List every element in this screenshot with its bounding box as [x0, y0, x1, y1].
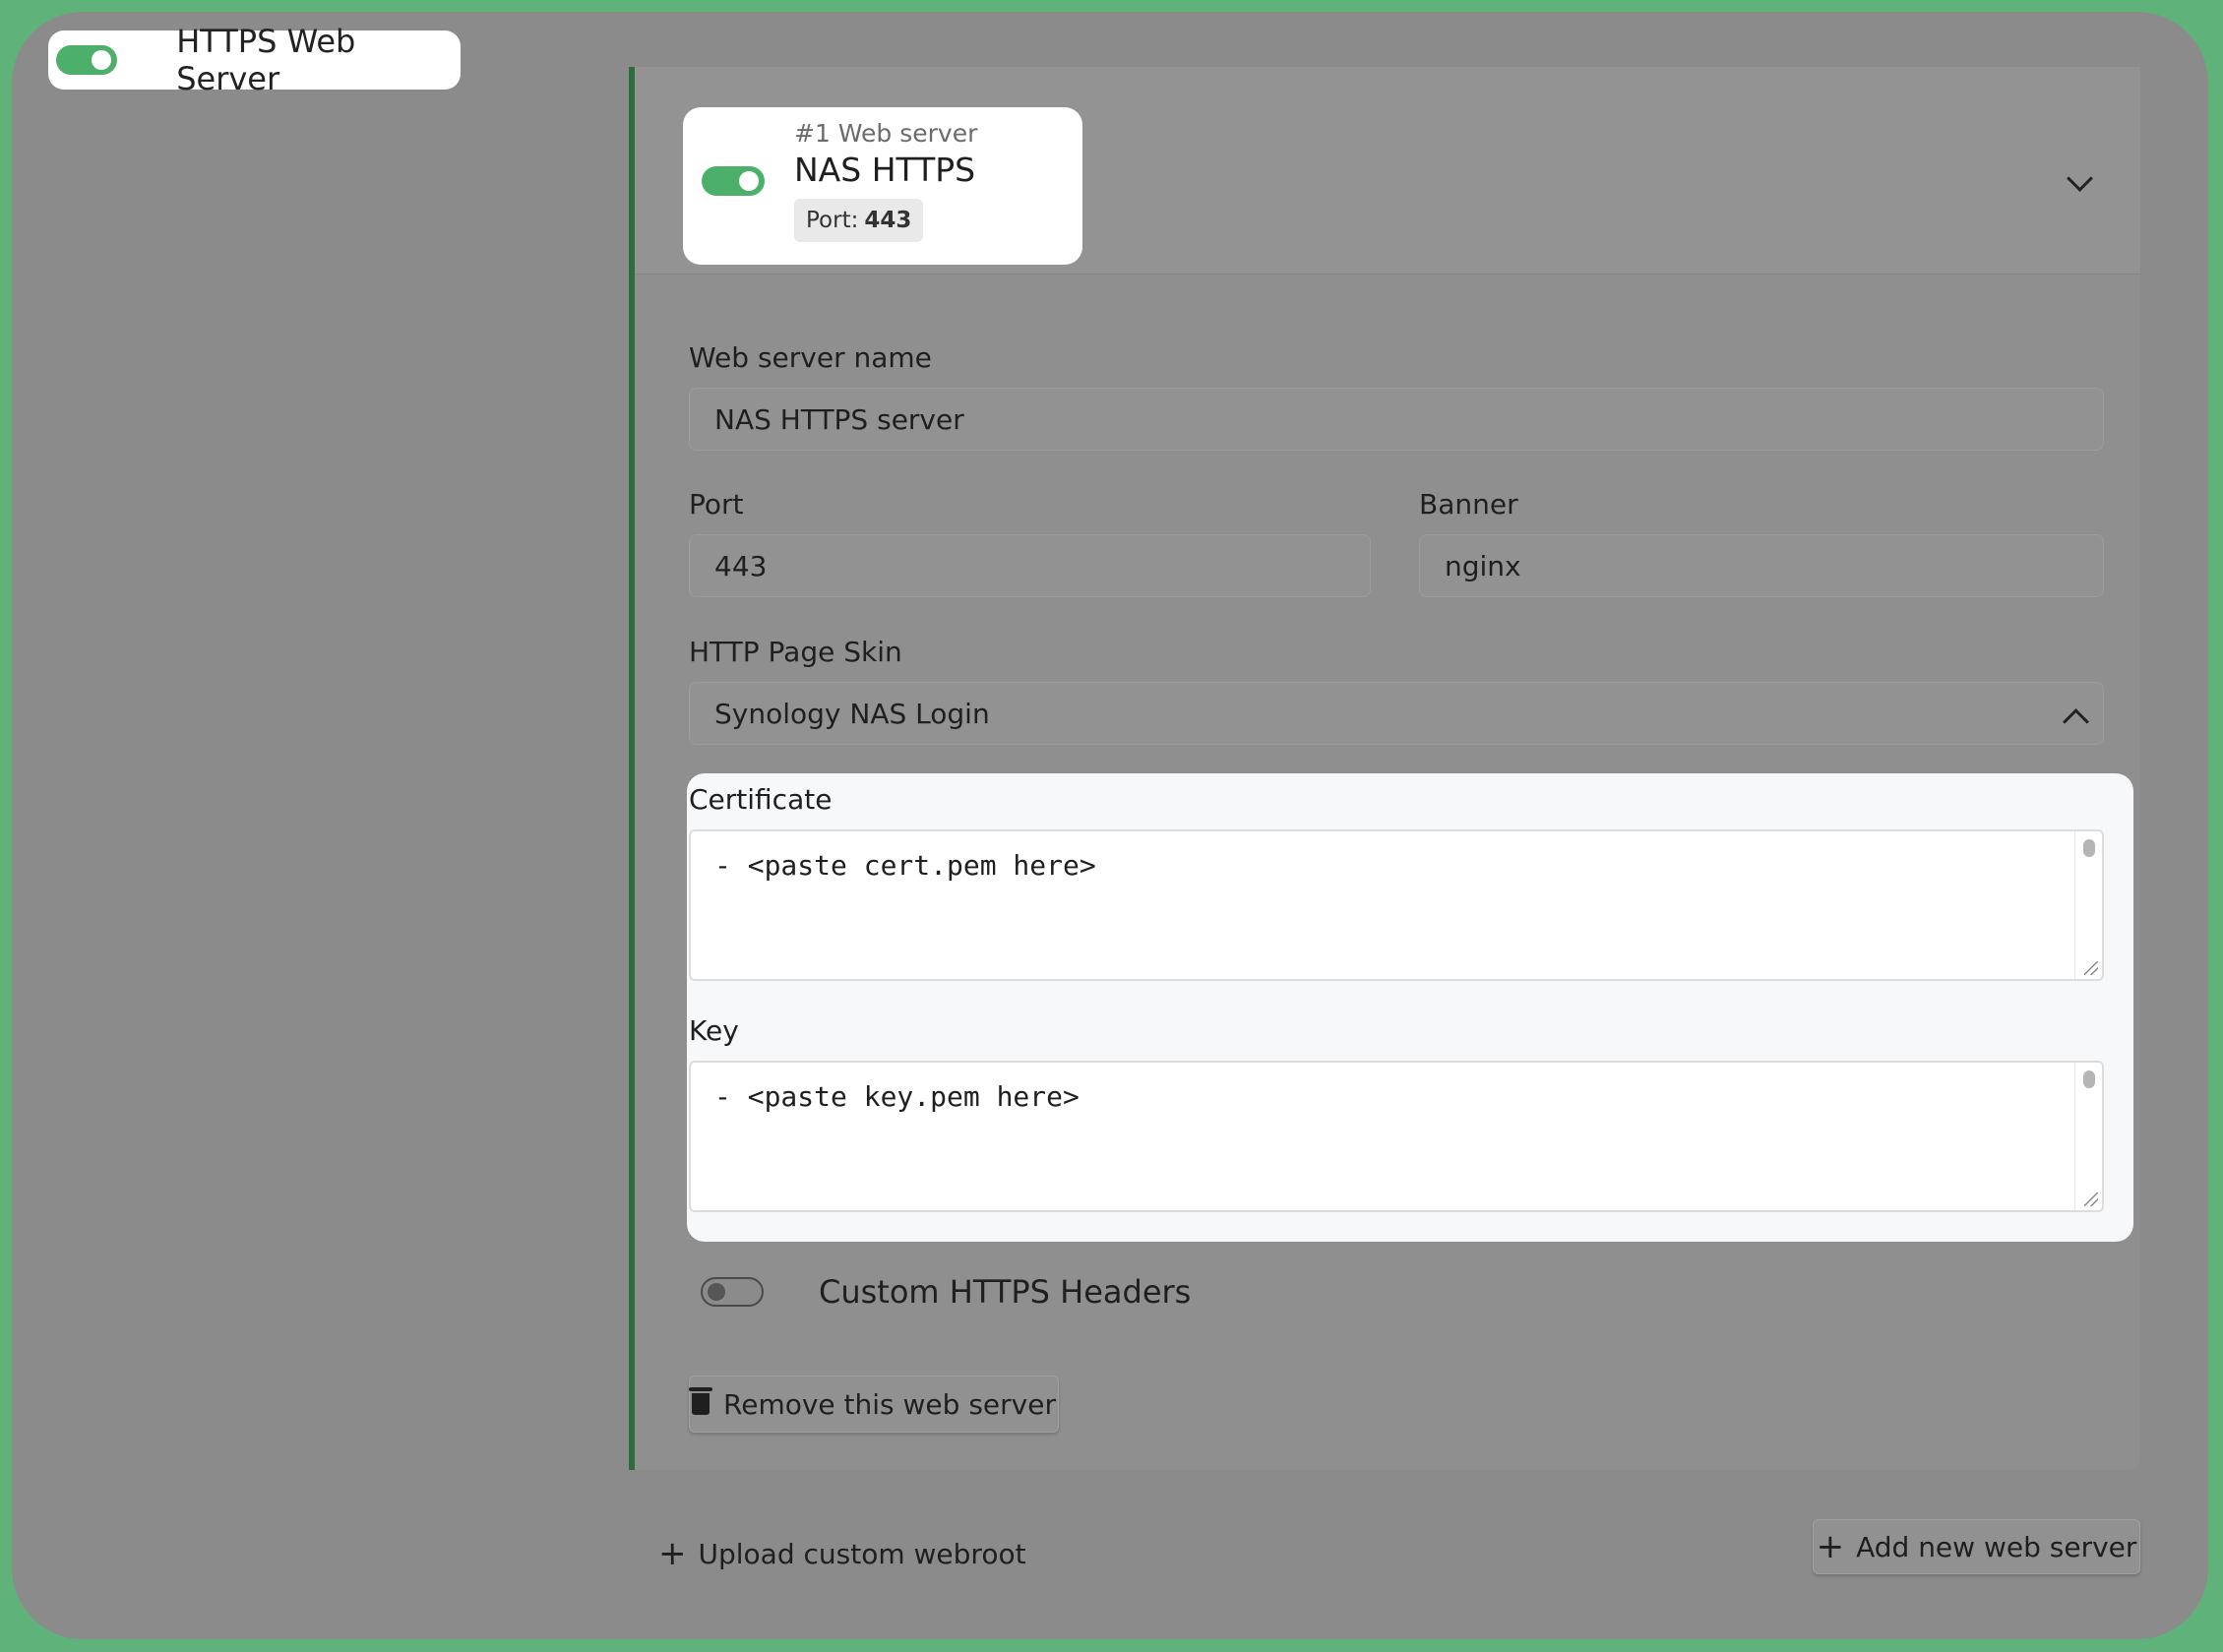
certificate-text: - <paste cert.pem here>: [714, 849, 1096, 882]
custom-headers-label: Custom HTTPS Headers: [819, 1273, 1192, 1311]
trash-icon: [689, 1387, 713, 1415]
skin-select[interactable]: Synology NAS Login: [689, 682, 2104, 745]
add-server-button[interactable]: + Add new web server: [1813, 1519, 2140, 1574]
port-badge-value: 443: [864, 208, 912, 233]
port-badge-label: Port:: [806, 208, 859, 233]
key-scrollbar[interactable]: [2074, 1063, 2102, 1210]
key-resize-handle[interactable]: [2084, 1193, 2098, 1206]
server-name-input[interactable]: NAS HTTPS server: [689, 388, 2104, 451]
skin-label: HTTP Page Skin: [689, 636, 902, 668]
main-window: HTTPS Web Server #1 Web server NAS HTTPS…: [12, 12, 2208, 1639]
remove-server-label: Remove this web server: [723, 1387, 1056, 1421]
plus-icon: +: [1816, 1527, 1845, 1566]
https-web-server-label: HTTPS Web Server: [176, 23, 356, 97]
https-web-server-toggle[interactable]: [56, 45, 118, 75]
key-label: Key: [689, 1014, 739, 1047]
web-server-panel: [629, 67, 2140, 1470]
certificate-label: Certificate: [689, 783, 833, 816]
server-enabled-toggle[interactable]: [702, 166, 765, 196]
https-web-server-chip: HTTPS Web Server: [48, 23, 461, 97]
upload-webroot-label: Upload custom webroot: [698, 1537, 1026, 1570]
plus-icon: +: [658, 1534, 687, 1573]
server-card: #1 Web server NAS HTTPS server Port: 443: [683, 107, 1082, 265]
key-text: - <paste key.pem here>: [714, 1080, 1080, 1113]
banner-label: Banner: [1419, 488, 1518, 520]
certificate-resize-handle[interactable]: [2084, 961, 2098, 975]
custom-headers-row: Custom HTTPS Headers: [701, 1273, 1191, 1311]
remove-server-button[interactable]: Remove this web server: [689, 1376, 1059, 1433]
banner-input[interactable]: nginx: [1419, 534, 2104, 597]
port-badge: Port: 443: [794, 199, 924, 242]
server-name-label: Web server name: [689, 341, 932, 374]
custom-headers-toggle[interactable]: [701, 1277, 764, 1307]
port-label: Port: [689, 488, 744, 520]
port-input[interactable]: 443: [689, 534, 1371, 597]
add-server-label: Add new web server: [1856, 1530, 2137, 1563]
certificate-textarea[interactable]: - <paste cert.pem here>: [689, 829, 2104, 981]
key-textarea[interactable]: - <paste key.pem here>: [689, 1061, 2104, 1212]
server-index-label: #1 Web server: [794, 119, 978, 148]
upload-webroot-link[interactable]: + Upload custom webroot: [658, 1537, 1026, 1570]
certificate-scrollbar[interactable]: [2074, 831, 2102, 979]
